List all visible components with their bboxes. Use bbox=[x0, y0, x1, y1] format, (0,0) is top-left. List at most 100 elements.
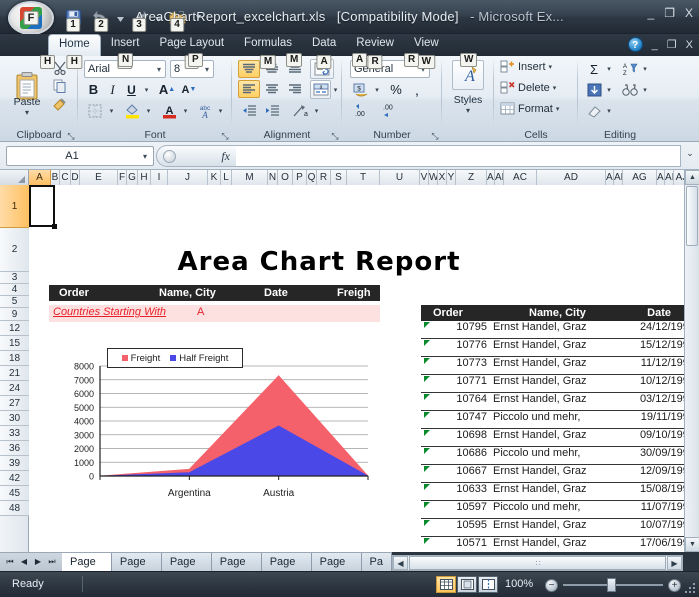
column-header-q[interactable]: Q bbox=[307, 170, 317, 185]
italic-button[interactable]: I bbox=[103, 80, 122, 99]
help-icon[interactable]: ? bbox=[627, 37, 643, 52]
window-restore-button[interactable]: ❐ bbox=[664, 6, 675, 20]
doc-minimize-button[interactable]: _ bbox=[652, 39, 658, 51]
table-row[interactable]: 10698 Ernst Handel, Graz 09/10/1997 bbox=[421, 429, 684, 447]
clear-dropdown[interactable]: ▾ bbox=[604, 101, 614, 120]
column-header-ai[interactable]: AI bbox=[665, 170, 674, 185]
accounting-format-button[interactable]: $ bbox=[350, 80, 372, 99]
borders-dropdown[interactable]: ▾ bbox=[106, 101, 117, 120]
first-sheet-button[interactable]: ⏮ bbox=[4, 557, 16, 567]
decrease-decimal-button[interactable]: .00 bbox=[378, 101, 404, 120]
column-header-s[interactable]: S bbox=[331, 170, 347, 185]
column-header-m[interactable]: M bbox=[232, 170, 268, 185]
increase-indent-button[interactable] bbox=[261, 101, 283, 120]
fill-dropdown[interactable]: ▾ bbox=[604, 80, 614, 99]
scroll-up-button[interactable]: ▲ bbox=[685, 170, 699, 185]
column-header-f[interactable]: F bbox=[118, 170, 127, 185]
name-box[interactable]: A1 ▾ bbox=[6, 146, 154, 166]
copy-button[interactable] bbox=[50, 77, 70, 95]
row-header-15[interactable]: 15 bbox=[0, 336, 29, 351]
page-break-preview-button[interactable] bbox=[478, 576, 498, 593]
sheet-tab-page-6[interactable]: Page 6 bbox=[311, 552, 362, 572]
font-name-caret[interactable]: ▾ bbox=[153, 65, 165, 74]
name-box-caret[interactable]: ▾ bbox=[137, 152, 153, 161]
table-row[interactable]: 10595 Ernst Handel, Graz 10/07/1997 bbox=[421, 519, 684, 537]
sheet-tab-page-3[interactable]: Page 3 bbox=[161, 552, 212, 572]
format-painter-button[interactable] bbox=[50, 95, 70, 113]
align-top-button[interactable] bbox=[238, 60, 260, 78]
column-header-r[interactable]: R bbox=[317, 170, 331, 185]
resize-grip-icon[interactable] bbox=[684, 582, 696, 594]
expand-formula-bar-button[interactable]: ⌄ bbox=[683, 148, 697, 159]
format-cells-caret[interactable]: ▾ bbox=[556, 105, 560, 113]
tab-data[interactable]: Data A bbox=[302, 34, 346, 69]
scroll-down-button[interactable]: ▼ bbox=[685, 537, 699, 552]
sheet-canvas[interactable]: Area Chart Report Order Name, City Date … bbox=[29, 185, 684, 552]
column-header-d[interactable]: D bbox=[71, 170, 80, 185]
column-header-t[interactable]: T bbox=[347, 170, 380, 185]
table-row[interactable]: 10633 Ernst Handel, Graz 15/08/1997 bbox=[421, 483, 684, 501]
font-color-dropdown[interactable]: ▾ bbox=[180, 101, 191, 120]
prev-sheet-button[interactable]: ◀ bbox=[18, 557, 30, 567]
column-header-b[interactable]: B bbox=[51, 170, 60, 185]
row-header-12[interactable]: 12 bbox=[0, 321, 29, 336]
page-layout-view-button[interactable] bbox=[457, 576, 477, 593]
select-all-button[interactable] bbox=[0, 170, 29, 185]
insert-function-icon[interactable]: fx bbox=[221, 149, 230, 164]
alignment-dialog-launcher[interactable]: ⤡ bbox=[330, 131, 340, 141]
column-header-aa[interactable]: AA bbox=[487, 170, 495, 185]
zoom-slider[interactable]: − + bbox=[545, 577, 681, 593]
borders-button[interactable] bbox=[84, 101, 106, 120]
comma-style-button[interactable]: , bbox=[407, 80, 427, 99]
clipboard-dialog-launcher[interactable]: ⤡ bbox=[66, 131, 76, 141]
increase-decimal-button[interactable]: .00 bbox=[350, 101, 376, 120]
column-header-j[interactable]: J bbox=[168, 170, 208, 185]
row-header-21[interactable]: 21 bbox=[0, 366, 29, 381]
column-header-l[interactable]: L bbox=[221, 170, 232, 185]
column-header-a[interactable]: A bbox=[29, 170, 51, 185]
column-header-y[interactable]: Y bbox=[447, 170, 456, 185]
row-header-48[interactable]: 48 bbox=[0, 501, 29, 516]
row-header-33[interactable]: 33 bbox=[0, 426, 29, 441]
underline-dropdown[interactable]: ▾ bbox=[141, 80, 152, 99]
table-row[interactable]: 10764 Ernst Handel, Graz 03/12/1997 bbox=[421, 393, 684, 411]
active-cell-a1[interactable] bbox=[29, 185, 57, 229]
zoom-out-button[interactable]: − bbox=[545, 579, 558, 592]
sheet-tab-pa[interactable]: Pa bbox=[361, 552, 392, 572]
find-select-button[interactable] bbox=[620, 80, 640, 99]
clear-button[interactable] bbox=[584, 101, 604, 120]
column-header-x[interactable]: X bbox=[438, 170, 447, 185]
insert-cells-caret[interactable]: ▾ bbox=[549, 63, 553, 71]
row-header-9[interactable]: 9 bbox=[0, 308, 29, 321]
sort-filter-button[interactable]: A Z bbox=[620, 60, 640, 78]
styles-dropdown-caret[interactable]: ▾ bbox=[442, 106, 494, 115]
horizontal-scrollbar[interactable]: ◀ ∷ ▶ bbox=[392, 555, 683, 571]
zoom-level-label[interactable]: 100% bbox=[505, 578, 533, 590]
column-header-c[interactable]: C bbox=[60, 170, 71, 185]
row-header-39[interactable]: 39 bbox=[0, 456, 29, 471]
column-header-z[interactable]: Z bbox=[456, 170, 487, 185]
row-header-45[interactable]: 45 bbox=[0, 486, 29, 501]
sheet-tab-page-1[interactable]: Page 1 bbox=[62, 552, 112, 572]
column-header-ae[interactable]: AE bbox=[606, 170, 614, 185]
column-header-h[interactable]: H bbox=[138, 170, 151, 185]
row-header-2[interactable]: 2 bbox=[0, 228, 29, 272]
horizontal-scroll-thumb[interactable]: ∷ bbox=[409, 556, 666, 570]
table-row[interactable]: 10571 Ernst Handel, Graz 17/06/1997 bbox=[421, 537, 684, 552]
shrink-font-button[interactable]: A ▼ bbox=[178, 80, 200, 99]
column-header-ag[interactable]: AG bbox=[623, 170, 657, 185]
row-header-4[interactable]: 4 bbox=[0, 284, 29, 296]
table-row[interactable]: 10597 Piccolo und mehr, 11/07/1997 bbox=[421, 501, 684, 519]
merge-center-button[interactable]: a bbox=[310, 80, 331, 99]
fill-color-dropdown[interactable]: ▾ bbox=[143, 101, 154, 120]
column-header-ac[interactable]: AC bbox=[504, 170, 537, 185]
format-cells-button[interactable]: Format ▾ bbox=[500, 102, 559, 116]
align-left-button[interactable] bbox=[238, 80, 260, 98]
column-header-v[interactable]: V bbox=[420, 170, 429, 185]
percent-style-button[interactable]: % bbox=[385, 80, 407, 99]
table-row[interactable]: 10667 Ernst Handel, Graz 12/09/1997 bbox=[421, 465, 684, 483]
column-header-w[interactable]: W bbox=[429, 170, 438, 185]
formula-input[interactable] bbox=[236, 145, 681, 167]
vertical-scrollbar[interactable]: ▲ ▼ bbox=[684, 170, 699, 552]
autosum-button[interactable]: Σ bbox=[584, 60, 604, 78]
